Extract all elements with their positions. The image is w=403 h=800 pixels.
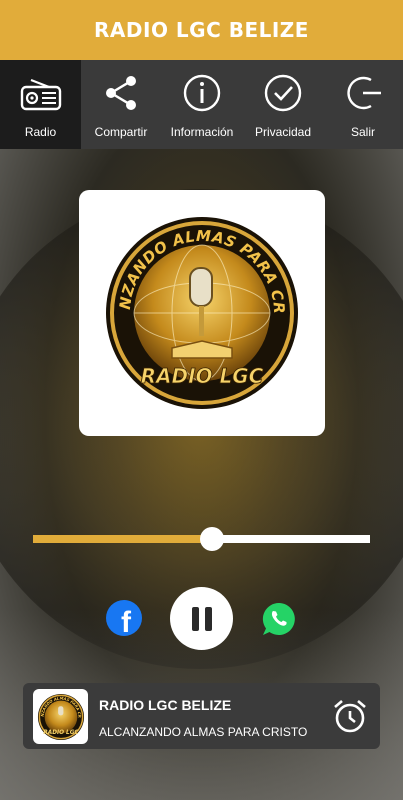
volume-slider[interactable] — [33, 527, 370, 551]
player-area: ALCANZANDO ALMAS PARA CRISTO RADIO LGC f — [0, 149, 403, 800]
logo-text: RADIO LGC — [141, 364, 264, 388]
app-header: RADIO LGC BELIZE — [0, 0, 403, 60]
nav-label-privacidad: Privacidad — [254, 124, 312, 139]
nav-item-informacion[interactable]: Información — [161, 60, 243, 149]
mini-player-subtitle: ALCANZANDO ALMAS PARA CRISTO — [99, 725, 308, 739]
volume-slider-fill — [33, 535, 212, 543]
exit-icon — [341, 71, 385, 119]
nav-label-salir: Salir — [350, 124, 375, 139]
radio-lgc-logo: ALCANZANDO ALMAS PARA CRISTO RADIO LGC — [102, 213, 298, 409]
mini-player-title: RADIO LGC BELIZE — [99, 697, 232, 713]
facebook-icon: f — [121, 606, 131, 637]
volume-slider-thumb[interactable] — [199, 527, 224, 551]
mini-player-thumbnail: ALCANZANDO ALMAS PARA CRISTO RADIO LGC — [33, 689, 88, 744]
check-circle-icon — [261, 71, 305, 119]
nav-label-radio: Radio — [24, 124, 57, 139]
nav-label-informacion: Información — [170, 124, 234, 139]
nav-item-radio[interactable]: Radio — [0, 60, 81, 149]
nav-item-salir[interactable]: Salir — [323, 60, 403, 149]
pause-icon — [189, 606, 215, 631]
info-icon — [180, 71, 224, 119]
alarm-clock-icon — [334, 700, 366, 733]
mini-logo-text: RADIO LGC — [43, 729, 79, 735]
pause-button[interactable] — [170, 587, 233, 650]
nav-item-compartir[interactable]: Compartir — [81, 60, 161, 149]
playback-controls: f — [0, 587, 403, 651]
facebook-button[interactable]: f — [106, 600, 142, 636]
mini-player[interactable]: ALCANZANDO ALMAS PARA CRISTO RADIO LGC R… — [23, 683, 380, 749]
station-artwork: ALCANZANDO ALMAS PARA CRISTO RADIO LGC — [79, 190, 325, 436]
nav-label-compartir: Compartir — [94, 124, 148, 139]
whatsapp-button[interactable] — [260, 600, 298, 638]
top-nav: Radio Compartir Información Privacidad S… — [0, 60, 403, 149]
app-title: RADIO LGC BELIZE — [94, 18, 309, 42]
radio-icon — [19, 71, 63, 119]
nav-item-privacidad[interactable]: Privacidad — [243, 60, 323, 149]
mini-logo: ALCANZANDO ALMAS PARA CRISTO RADIO LGC — [37, 693, 84, 740]
whatsapp-icon — [262, 602, 295, 635]
share-icon — [99, 71, 143, 119]
alarm-button[interactable] — [331, 697, 369, 735]
